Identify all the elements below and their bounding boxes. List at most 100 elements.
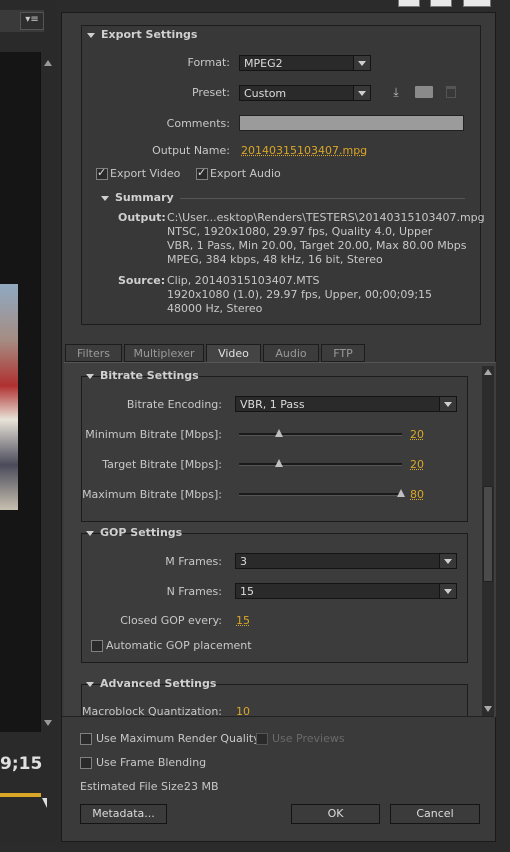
m-frames-label: M Frames:	[165, 555, 222, 568]
collapse-triangle-icon[interactable]	[101, 195, 109, 201]
use-previews-label: Use Previews	[272, 732, 345, 745]
chevron-down-icon	[353, 86, 370, 100]
summary-output-label: Output:	[118, 211, 166, 224]
chevron-down-icon	[353, 56, 370, 70]
scroll-up-icon[interactable]	[44, 60, 52, 66]
panel-menu-button[interactable]: ▾≡	[20, 12, 44, 30]
metadata-button[interactable]: Metadata...	[80, 804, 167, 824]
comments-input[interactable]	[239, 115, 464, 131]
preview-image-fragment	[0, 284, 18, 510]
summary-output-lines: C:\User...esktop\Renders\TESTERS\2014031…	[167, 211, 485, 267]
min-bitrate-slider-thumb[interactable]	[275, 429, 283, 437]
closed-gop-value[interactable]: 15	[236, 614, 250, 627]
window-right-edge	[496, 0, 510, 852]
target-bitrate-slider[interactable]	[239, 463, 402, 466]
target-bitrate-slider-thumb[interactable]	[275, 459, 283, 467]
resize-handle-icon[interactable]	[42, 798, 47, 808]
summary-source-line: 48000 Hz, Stereo	[167, 302, 263, 315]
collapse-triangle-icon[interactable]	[86, 530, 94, 536]
scroll-up-icon[interactable]	[484, 369, 492, 375]
section-title: Advanced Settings	[100, 677, 217, 690]
bitrate-encoding-dropdown[interactable]: VBR, 1 Pass	[235, 396, 457, 412]
bitrate-encoding-label: Bitrate Encoding:	[126, 398, 222, 411]
tab-video[interactable]: Video	[206, 344, 261, 362]
n-frames-label: N Frames:	[166, 585, 222, 598]
minimize-icon[interactable]	[398, 0, 420, 7]
n-frames-value: 15	[240, 585, 254, 598]
frame-blending-checkbox[interactable]	[80, 757, 92, 769]
auto-gop-checkbox[interactable]	[91, 640, 103, 652]
chevron-down-icon	[439, 584, 456, 598]
delete-preset-icon[interactable]	[446, 86, 456, 98]
frame-blending-label: Use Frame Blending	[96, 756, 207, 769]
export-video-label: Export Video	[110, 167, 181, 180]
collapse-triangle-icon[interactable]	[86, 681, 94, 687]
summary-output-line: NTSC, 1920x1080, 29.97 fps, Quality 4.0,…	[167, 225, 433, 238]
export-video-checkbox[interactable]	[96, 166, 108, 180]
preset-value: Custom	[244, 87, 287, 100]
save-preset-icon[interactable]: ⤓	[389, 85, 403, 99]
summary-output-line: MPEG, 384 kbps, 48 kHz, 16 bit, Stereo	[167, 253, 383, 266]
timecode: 9;15	[0, 754, 43, 774]
section-title: GOP Settings	[100, 526, 183, 539]
collapse-triangle-icon[interactable]	[86, 373, 94, 379]
target-bitrate-label: Target Bitrate [Mbps]:	[102, 458, 222, 471]
bitrate-encoding-value: VBR, 1 Pass	[240, 398, 305, 411]
section-title: Export Settings	[101, 28, 198, 41]
export-settings-header[interactable]: Export Settings	[87, 28, 197, 41]
collapse-triangle-icon[interactable]	[87, 32, 95, 38]
summary-source-line: 1920x1080 (1.0), 29.97 fps, Upper, 00;00…	[167, 288, 433, 301]
tab-audio[interactable]: Audio	[263, 344, 319, 362]
preview-panel: ▾≡ 9;15	[0, 0, 57, 852]
cancel-button[interactable]: Cancel	[390, 804, 480, 824]
export-audio-checkbox[interactable]	[196, 166, 208, 180]
settings-scrollbar[interactable]	[482, 366, 494, 716]
summary-header[interactable]: Summary	[101, 191, 174, 204]
section-title: Bitrate Settings	[100, 369, 199, 382]
max-render-quality-label: Use Maximum Render Quality	[96, 732, 260, 745]
use-previews-checkbox[interactable]	[256, 733, 268, 745]
maximize-icon[interactable]	[430, 0, 452, 7]
m-frames-dropdown[interactable]: 3	[235, 553, 457, 569]
max-bitrate-slider-thumb[interactable]	[397, 489, 405, 497]
advanced-settings-header[interactable]: Advanced Settings	[86, 677, 216, 690]
max-bitrate-value[interactable]: 80	[410, 488, 424, 501]
scroll-down-icon[interactable]	[44, 720, 52, 726]
file-size-value: 23 MB	[184, 780, 219, 793]
tab-ftp[interactable]: FTP	[321, 344, 365, 362]
file-size-label: Estimated File Size:	[80, 780, 188, 793]
playhead-bar[interactable]	[0, 793, 41, 797]
close-icon[interactable]	[463, 0, 491, 7]
scroll-down-icon[interactable]	[484, 706, 492, 712]
summary-source-lines: Clip, 20140315103407.MTS 1920x1080 (1.0)…	[167, 274, 477, 316]
max-bitrate-slider[interactable]	[239, 493, 402, 496]
format-value: MPEG2	[244, 57, 283, 70]
chevron-down-icon	[439, 554, 456, 568]
preview-scrollbar[interactable]	[44, 60, 54, 730]
output-name-label: Output Name:	[152, 144, 230, 157]
summary-output-line: VBR, 1 Pass, Min 20.00, Target 20.00, Ma…	[167, 239, 467, 252]
auto-gop-label: Automatic GOP placement	[106, 639, 252, 652]
target-bitrate-value[interactable]: 20	[410, 458, 424, 471]
preset-dropdown[interactable]: Custom	[239, 85, 371, 101]
chevron-down-icon	[439, 397, 456, 411]
export-audio-label: Export Audio	[210, 167, 281, 180]
max-render-quality-checkbox[interactable]	[80, 733, 92, 745]
min-bitrate-value[interactable]: 20	[410, 428, 424, 441]
bitrate-settings-header[interactable]: Bitrate Settings	[86, 369, 199, 382]
ok-button[interactable]: OK	[291, 804, 380, 824]
gop-settings-header[interactable]: GOP Settings	[86, 526, 182, 539]
min-bitrate-slider[interactable]	[239, 433, 402, 436]
n-frames-dropdown[interactable]: 15	[235, 583, 457, 599]
min-bitrate-label: Minimum Bitrate [Mbps]:	[85, 428, 222, 441]
format-dropdown[interactable]: MPEG2	[239, 55, 371, 71]
output-name-link[interactable]: 20140315103407.mpg	[241, 144, 367, 157]
m-frames-value: 3	[240, 555, 247, 568]
summary-divider	[180, 198, 465, 199]
closed-gop-label: Closed GOP every:	[120, 614, 222, 627]
max-bitrate-label: Maximum Bitrate [Mbps]:	[82, 488, 222, 501]
tab-multiplexer[interactable]: Multiplexer	[124, 344, 204, 362]
scroll-thumb[interactable]	[483, 486, 493, 582]
import-preset-icon[interactable]	[415, 86, 433, 98]
tab-filters[interactable]: Filters	[65, 344, 122, 362]
